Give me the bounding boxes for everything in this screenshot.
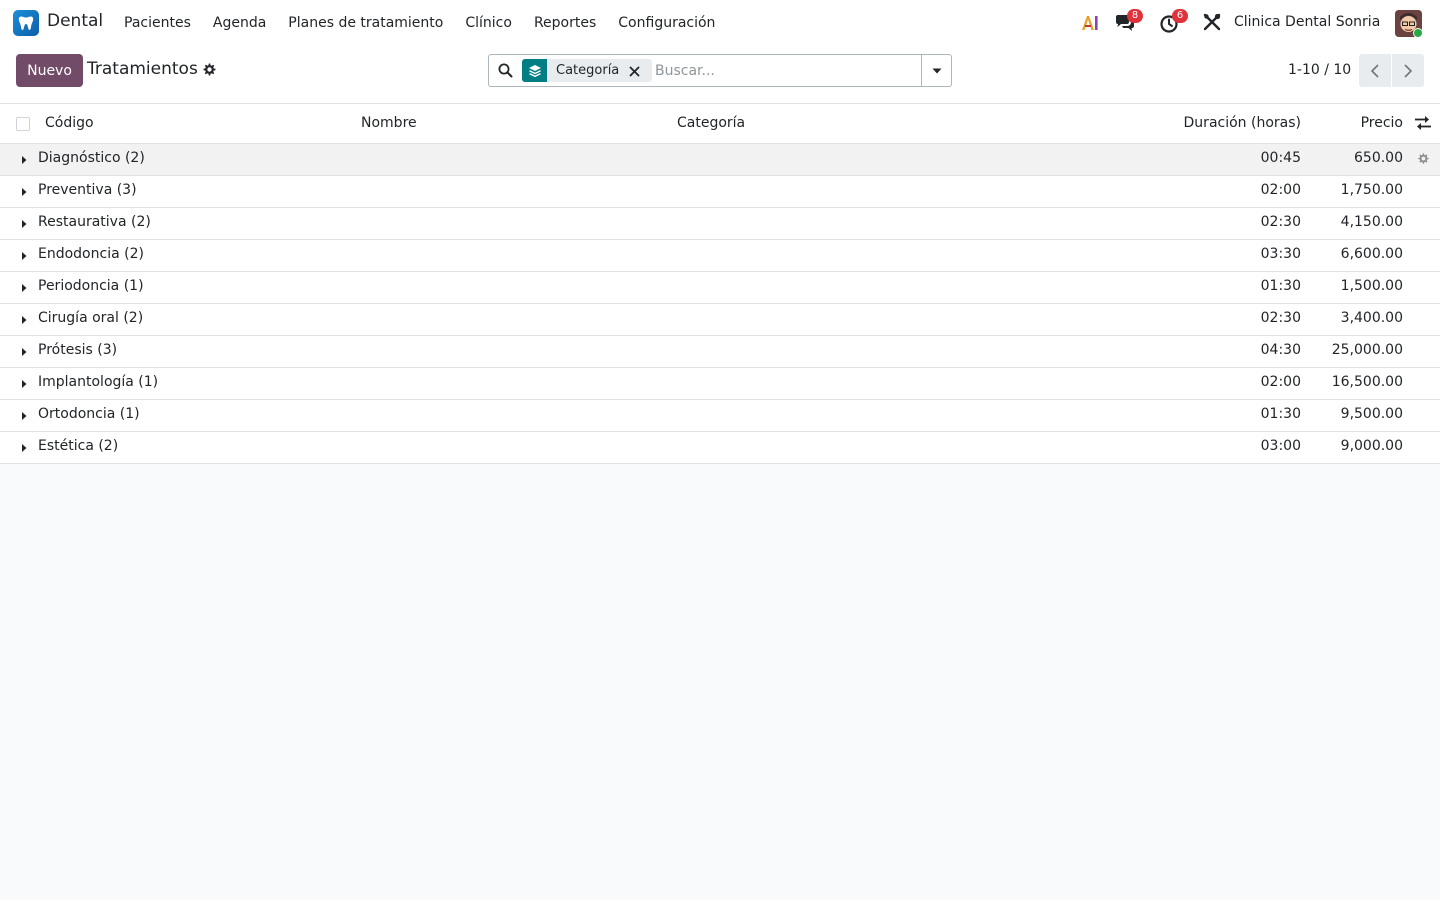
menu-item-pacientes[interactable]: Pacientes — [113, 0, 202, 46]
group-duration-total: 01:30 — [1260, 406, 1301, 422]
group-duration-total: 04:30 — [1260, 342, 1301, 358]
group-label: Prótesis (3) — [38, 342, 118, 358]
caret-right-icon — [22, 284, 27, 292]
group-price-total: 1,750.00 — [1340, 182, 1403, 198]
select-all-checkbox[interactable] — [16, 117, 30, 131]
column-header-name[interactable]: Nombre — [361, 115, 417, 131]
menu-item-reportes[interactable]: Reportes — [523, 0, 607, 46]
main-menu: Pacientes Agenda Planes de tratamiento C… — [113, 0, 726, 46]
group-price-total: 9,000.00 — [1340, 438, 1403, 454]
column-header-code[interactable]: Código — [45, 115, 94, 131]
messages-count-badge: 8 — [1127, 9, 1143, 23]
pager-next-button[interactable] — [1392, 54, 1424, 87]
group-price-total: 16,500.00 — [1331, 374, 1403, 390]
column-header-category[interactable]: Categoría — [677, 115, 745, 131]
group-price-total: 1,500.00 — [1340, 278, 1403, 294]
group-label: Periodoncia (1) — [38, 278, 144, 294]
group-label: Estética (2) — [38, 438, 119, 454]
activities-clock-icon[interactable]: 6 — [1159, 9, 1188, 34]
group-row[interactable]: Periodoncia (1) 01:30 1,500.00 — [0, 272, 1440, 304]
treatments-list: Código Nombre Categoría Duración (horas)… — [0, 104, 1440, 464]
pager-previous-button[interactable] — [1359, 54, 1391, 87]
company-switcher[interactable]: Clinica Dental Sonria — [1234, 14, 1380, 30]
caret-right-icon — [22, 252, 27, 260]
group-duration-total: 02:00 — [1260, 182, 1301, 198]
debug-tools-icon[interactable] — [1202, 12, 1224, 34]
group-price-total: 6,600.00 — [1340, 246, 1403, 262]
close-icon[interactable] — [629, 65, 640, 77]
search-icon[interactable] — [498, 63, 513, 78]
group-duration-total: 03:30 — [1260, 246, 1301, 262]
group-label: Diagnóstico (2) — [38, 150, 145, 166]
group-duration-total: 01:30 — [1260, 278, 1301, 294]
group-row[interactable]: Cirugía oral (2) 02:30 3,400.00 — [0, 304, 1440, 336]
chevron-right-icon — [1404, 63, 1413, 78]
group-label: Preventiva (3) — [38, 182, 137, 198]
group-duration-total: 02:00 — [1260, 374, 1301, 390]
group-row[interactable]: Estética (2) 03:00 9,000.00 — [0, 432, 1440, 464]
group-duration-total: 02:30 — [1260, 214, 1301, 230]
menu-item-agenda[interactable]: Agenda — [202, 0, 277, 46]
caret-right-icon — [22, 220, 27, 228]
search-bar: Categoría — [488, 54, 952, 87]
group-price-total: 4,150.00 — [1340, 214, 1403, 230]
search-input[interactable] — [655, 60, 915, 82]
caret-down-icon — [932, 68, 941, 73]
messages-icon[interactable]: 8 — [1114, 9, 1143, 34]
control-panel: Nuevo Tratamientos Categoría Buscar... 1… — [0, 46, 1440, 104]
page-title: Tratamientos — [87, 59, 198, 79]
group-duration-total: 00:45 — [1260, 150, 1301, 166]
group-price-total: 3,400.00 — [1340, 310, 1403, 326]
online-status-dot — [1413, 28, 1423, 38]
tooth-app-icon[interactable] — [13, 10, 39, 36]
top-navbar: Dental Pacientes Agenda Planes de tratam… — [0, 0, 1440, 46]
ai-assistant-icon[interactable] — [1080, 12, 1102, 34]
group-price-total: 25,000.00 — [1331, 342, 1403, 358]
search-options-toggle[interactable] — [921, 55, 951, 86]
column-header-duration[interactable]: Duración (horas) — [1184, 115, 1301, 131]
caret-right-icon — [22, 156, 27, 164]
group-row[interactable]: Diagnóstico (2) 00:45 650.00 — [0, 144, 1440, 176]
column-header-price[interactable]: Precio — [1361, 115, 1403, 131]
caret-right-icon — [22, 348, 27, 356]
layers-icon — [522, 59, 547, 82]
group-row[interactable]: Implantología (1) 02:00 16,500.00 — [0, 368, 1440, 400]
caret-right-icon — [22, 412, 27, 420]
chevron-left-icon — [1370, 63, 1379, 78]
group-row[interactable]: Prótesis (3) 04:30 25,000.00 — [0, 336, 1440, 368]
group-row[interactable]: Ortodoncia (1) 01:30 9,500.00 — [0, 400, 1440, 432]
group-label: Cirugía oral (2) — [38, 310, 144, 326]
menu-item-clinico[interactable]: Clínico — [454, 0, 523, 46]
group-duration-total: 02:30 — [1260, 310, 1301, 326]
caret-right-icon — [22, 380, 27, 388]
group-row[interactable]: Preventiva (3) 02:00 1,750.00 — [0, 176, 1440, 208]
group-label: Restaurativa (2) — [38, 214, 151, 230]
group-label: Implantología (1) — [38, 374, 159, 390]
list-header: Código Nombre Categoría Duración (horas)… — [0, 104, 1440, 144]
activities-count-badge: 6 — [1172, 9, 1188, 23]
group-by-facet: Categoría — [522, 59, 652, 82]
pager-value[interactable]: 1-10 / 10 — [1288, 62, 1351, 78]
caret-right-icon — [22, 188, 27, 196]
group-price-total: 650.00 — [1354, 150, 1403, 166]
facet-label: Categoría — [556, 63, 620, 78]
group-price-total: 9,500.00 — [1340, 406, 1403, 422]
group-row[interactable]: Endodoncia (2) 03:30 6,600.00 — [0, 240, 1440, 272]
app-name[interactable]: Dental — [47, 11, 103, 31]
group-label: Endodoncia (2) — [38, 246, 144, 262]
group-duration-total: 03:00 — [1260, 438, 1301, 454]
menu-item-planes-de-tratamiento[interactable]: Planes de tratamiento — [277, 0, 454, 46]
menu-item-configuracion[interactable]: Configuración — [607, 0, 726, 46]
gear-icon[interactable] — [202, 63, 216, 77]
caret-right-icon — [22, 444, 27, 452]
group-rows: Diagnóstico (2) 00:45 650.00 Preventiva (3)… — [0, 144, 1440, 464]
optional-columns-icon[interactable] — [1414, 115, 1432, 131]
gear-icon[interactable] — [1417, 153, 1429, 165]
new-button[interactable]: Nuevo — [16, 54, 83, 87]
caret-right-icon — [22, 316, 27, 324]
group-label: Ortodoncia (1) — [38, 406, 140, 422]
group-row[interactable]: Restaurativa (2) 02:30 4,150.00 — [0, 208, 1440, 240]
